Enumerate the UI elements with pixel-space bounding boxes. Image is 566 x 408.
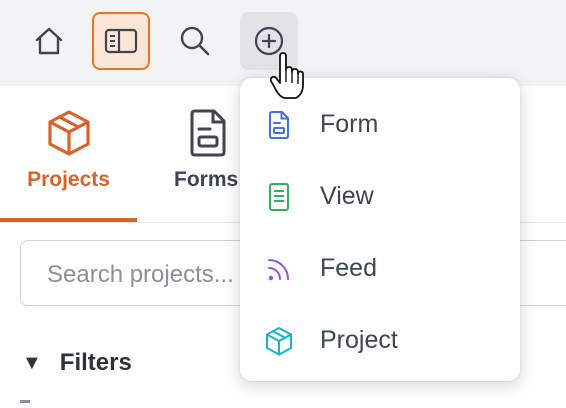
menu-item-view[interactable]: View (240, 160, 520, 232)
search-placeholder: Search projects... (47, 261, 234, 288)
form-icon (190, 109, 226, 157)
box-icon (266, 327, 292, 356)
menu-item-form-label: Form (320, 110, 379, 138)
cut-off-text (20, 400, 30, 403)
caret-down-icon: ▼ (22, 351, 42, 374)
menu-item-project-label: Project (320, 326, 398, 354)
menu-item-view-label: View (320, 182, 374, 210)
home-icon (35, 27, 63, 55)
tab-projects[interactable]: Projects (0, 86, 137, 222)
rss-icon (268, 259, 289, 281)
view-icon (269, 183, 289, 211)
search-button[interactable] (166, 12, 224, 70)
home-button[interactable] (20, 12, 78, 70)
menu-item-project[interactable]: Project (240, 304, 520, 376)
filters-toggle[interactable]: ▼ Filters (22, 348, 132, 378)
add-dropdown-menu: Form View Feed Project (240, 78, 520, 381)
sidebar-icon (104, 28, 138, 54)
tab-projects-label: Projects (27, 168, 110, 191)
box-icon (47, 110, 90, 156)
menu-item-feed[interactable]: Feed (240, 232, 520, 304)
hand-cursor-icon (270, 52, 304, 99)
sidebar-toggle-button[interactable] (92, 12, 150, 70)
filters-label: Filters (59, 349, 132, 376)
form-icon (269, 111, 289, 139)
search-icon (180, 26, 210, 56)
menu-item-feed-label: Feed (320, 254, 377, 282)
